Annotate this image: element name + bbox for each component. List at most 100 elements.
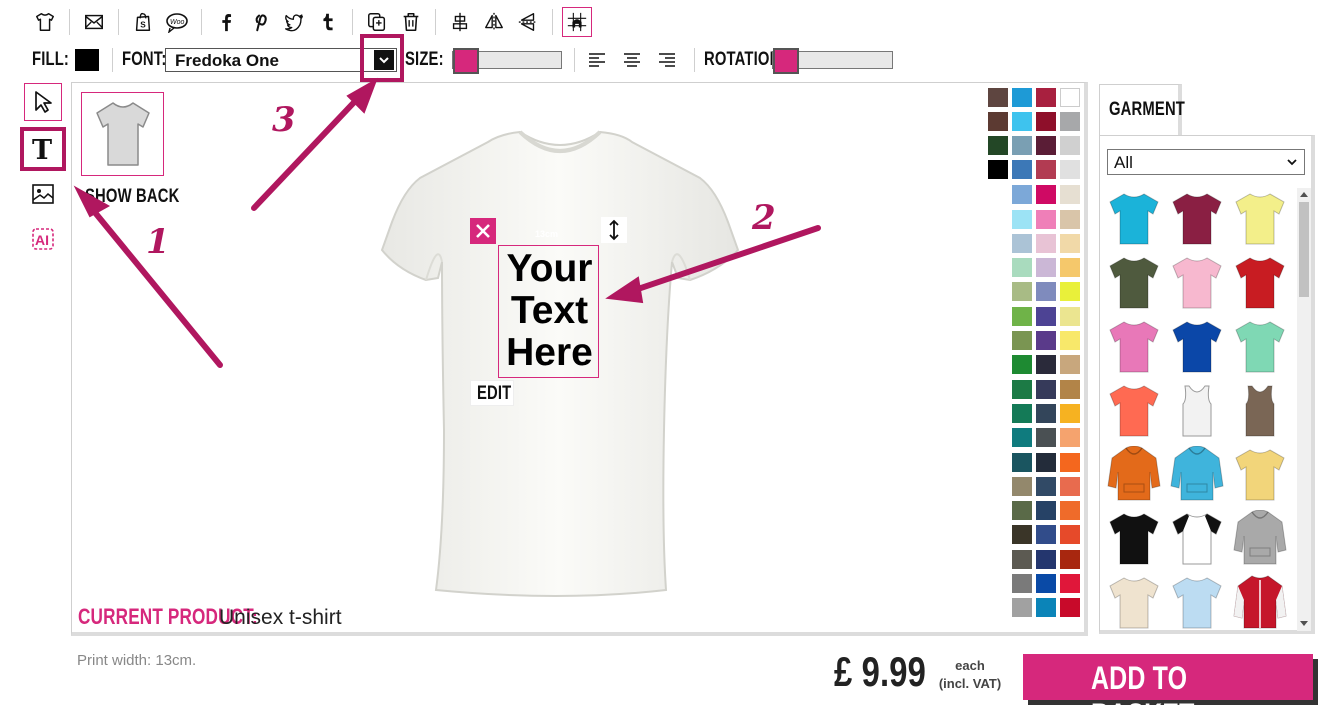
palette-color-swatch[interactable]	[1060, 428, 1080, 448]
palette-color-swatch[interactable]	[1012, 185, 1032, 205]
palette-color-swatch[interactable]	[1060, 549, 1080, 569]
palette-color-swatch[interactable]	[1036, 355, 1056, 375]
garment-option-vest-white[interactable]	[1169, 382, 1225, 440]
palette-color-swatch[interactable]	[1036, 501, 1056, 521]
palette-color-swatch[interactable]	[1060, 355, 1080, 375]
garment-option-tee-maroon[interactable]	[1169, 190, 1225, 248]
palette-color-swatch[interactable]	[1012, 282, 1032, 302]
palette-color-swatch[interactable]	[1036, 282, 1056, 302]
palette-color-swatch[interactable]	[1060, 258, 1080, 278]
palette-color-swatch[interactable]	[1012, 88, 1032, 107]
palette-color-swatch[interactable]	[1012, 428, 1032, 448]
garment-scrollbar[interactable]	[1297, 188, 1311, 631]
palette-color-swatch[interactable]	[1036, 598, 1056, 618]
vat-label: (incl. VAT)	[938, 676, 1002, 691]
garment-option-tee-turquoise[interactable]	[1106, 190, 1162, 248]
palette-color-swatch[interactable]	[1036, 379, 1056, 399]
palette-color-swatch[interactable]	[1012, 598, 1032, 618]
garment-option-jacket-red-white[interactable]	[1232, 574, 1288, 632]
garment-option-tee-red[interactable]	[1232, 254, 1288, 312]
palette-color-swatch[interactable]	[1060, 136, 1080, 155]
palette-color-swatch[interactable]	[1036, 574, 1056, 593]
garment-filter-select[interactable]: All	[1107, 149, 1305, 175]
palette-color-swatch[interactable]	[988, 112, 1008, 131]
palette-color-swatch[interactable]	[1036, 233, 1056, 253]
palette-color-swatch[interactable]	[1036, 209, 1056, 229]
palette-color-swatch[interactable]	[1060, 282, 1080, 302]
garment-option-raglan-black-white[interactable]	[1169, 510, 1225, 568]
garment-option-hoodie-orange[interactable]	[1106, 445, 1162, 504]
chevron-down-icon	[1287, 159, 1297, 166]
garment-option-tee-mint[interactable]	[1232, 318, 1288, 376]
palette-color-swatch[interactable]	[1060, 209, 1080, 229]
palette-color-swatch[interactable]	[1036, 185, 1056, 205]
garment-option-tee-tie-dye[interactable]	[1232, 446, 1288, 504]
palette-color-swatch[interactable]	[1012, 355, 1032, 375]
palette-color-swatch[interactable]	[1036, 331, 1056, 350]
palette-color-swatch[interactable]	[1060, 525, 1080, 545]
palette-color-swatch[interactable]	[1060, 88, 1080, 107]
palette-color-swatch[interactable]	[1060, 306, 1080, 326]
palette-color-swatch[interactable]	[1012, 112, 1032, 131]
palette-color-swatch[interactable]	[1012, 403, 1032, 423]
palette-color-swatch[interactable]	[988, 136, 1008, 155]
garment-option-tee-fuchsia[interactable]	[1106, 318, 1162, 376]
palette-color-swatch[interactable]	[1060, 598, 1080, 618]
palette-color-swatch[interactable]	[1060, 501, 1080, 521]
palette-color-swatch[interactable]	[1036, 306, 1056, 326]
palette-color-swatch[interactable]	[1036, 403, 1056, 423]
palette-color-swatch[interactable]	[1036, 88, 1056, 107]
scroll-up-icon[interactable]	[1300, 191, 1308, 197]
palette-color-swatch[interactable]	[1012, 160, 1032, 179]
palette-color-swatch[interactable]	[1036, 160, 1056, 179]
palette-color-swatch[interactable]	[1060, 233, 1080, 253]
palette-color-swatch[interactable]	[1060, 379, 1080, 399]
palette-color-swatch[interactable]	[1036, 258, 1056, 278]
palette-color-swatch[interactable]	[1012, 501, 1032, 521]
palette-color-swatch[interactable]	[1036, 136, 1056, 155]
tab-garment[interactable]: GARMENT	[1099, 84, 1185, 137]
palette-color-swatch[interactable]	[1036, 452, 1056, 472]
palette-color-swatch[interactable]	[1036, 428, 1056, 448]
scroll-down-icon[interactable]	[1300, 621, 1308, 627]
palette-color-swatch[interactable]	[1012, 525, 1032, 545]
garment-option-hoodie-grey[interactable]	[1232, 509, 1288, 568]
garment-option-tee-coral[interactable]	[1106, 382, 1162, 440]
palette-color-swatch[interactable]	[1012, 258, 1032, 278]
palette-color-swatch[interactable]	[1060, 185, 1080, 205]
scrollbar-thumb[interactable]	[1299, 202, 1309, 297]
palette-color-swatch[interactable]	[1012, 209, 1032, 229]
garment-option-tee-light-pink[interactable]	[1169, 254, 1225, 312]
palette-color-swatch[interactable]	[1012, 574, 1032, 593]
palette-color-swatch[interactable]	[1012, 549, 1032, 569]
garment-option-tee-royal-blue[interactable]	[1169, 318, 1225, 376]
palette-color-swatch[interactable]	[1060, 403, 1080, 423]
palette-color-swatch[interactable]	[1060, 160, 1080, 179]
garment-option-tee-black[interactable]	[1106, 510, 1162, 568]
palette-color-swatch[interactable]	[1036, 112, 1056, 131]
palette-color-swatch[interactable]	[1012, 452, 1032, 472]
palette-color-swatch[interactable]	[1012, 379, 1032, 399]
palette-color-swatch[interactable]	[1012, 476, 1032, 496]
garment-option-tee-natural[interactable]	[1106, 574, 1162, 632]
garment-option-hoodie-blue[interactable]	[1169, 445, 1225, 504]
garment-option-vest-brown[interactable]	[1232, 382, 1288, 440]
palette-color-swatch[interactable]	[1036, 549, 1056, 569]
garment-option-tee-light-blue[interactable]	[1169, 574, 1225, 632]
palette-color-swatch[interactable]	[1060, 112, 1080, 131]
palette-color-swatch[interactable]	[1060, 574, 1080, 593]
palette-color-swatch[interactable]	[988, 160, 1008, 179]
palette-color-swatch[interactable]	[1012, 306, 1032, 326]
palette-color-swatch[interactable]	[988, 88, 1008, 107]
palette-color-swatch[interactable]	[1060, 476, 1080, 496]
palette-color-swatch[interactable]	[1060, 331, 1080, 350]
add-to-basket-button[interactable]: ADD TO BASKET	[1023, 654, 1313, 706]
garment-option-tee-olive[interactable]	[1106, 254, 1162, 312]
palette-color-swatch[interactable]	[1012, 233, 1032, 253]
garment-option-tee-yellow[interactable]	[1232, 190, 1288, 248]
palette-color-swatch[interactable]	[1012, 331, 1032, 350]
palette-color-swatch[interactable]	[1036, 476, 1056, 496]
palette-color-swatch[interactable]	[1036, 525, 1056, 545]
palette-color-swatch[interactable]	[1060, 452, 1080, 472]
palette-color-swatch[interactable]	[1012, 136, 1032, 155]
